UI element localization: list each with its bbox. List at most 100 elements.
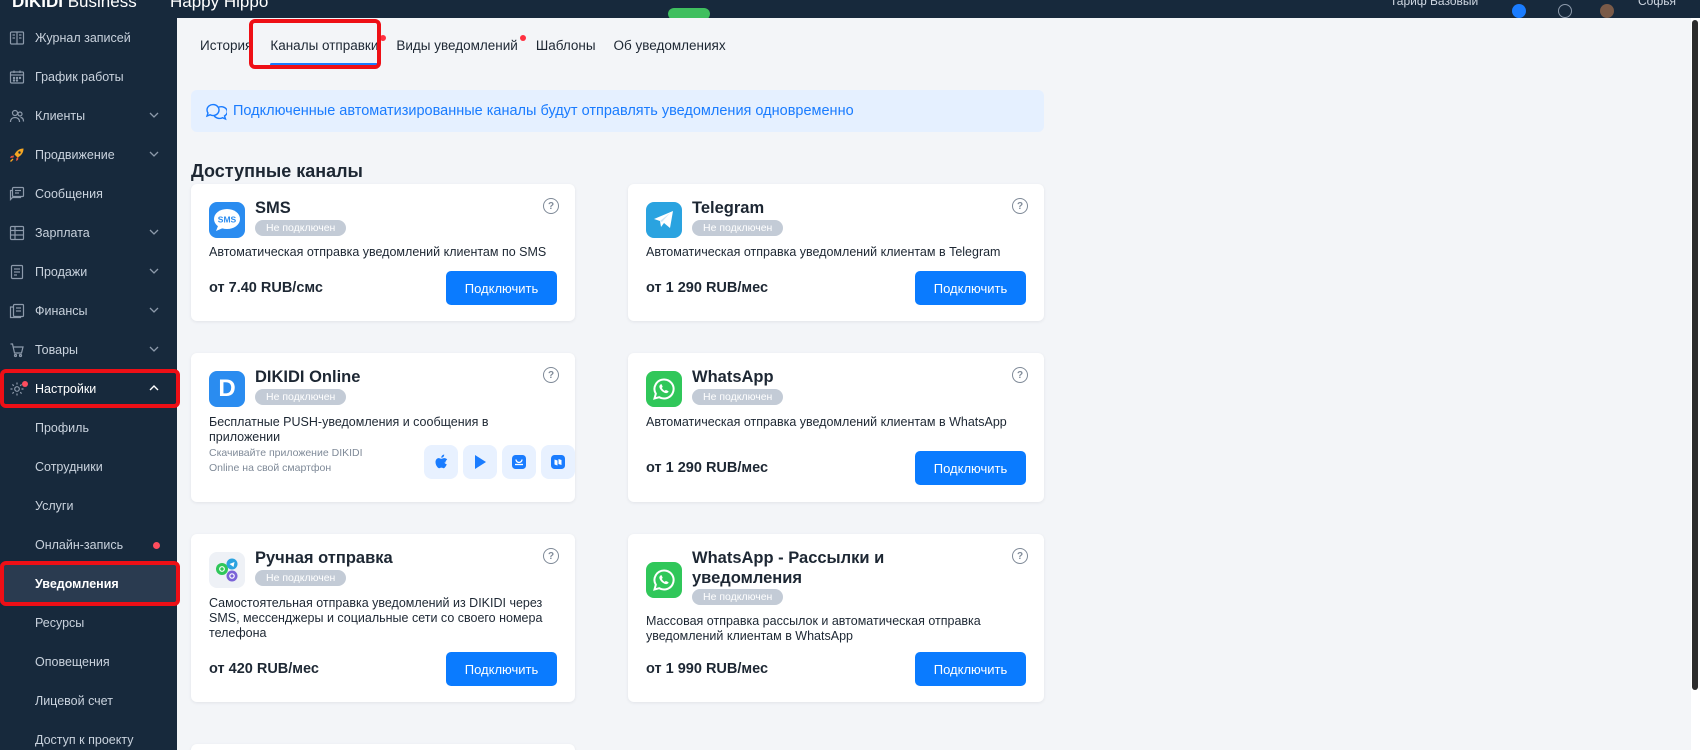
card-price: от 1 290 RUB/мес <box>646 460 769 476</box>
sidebar-subitem-label: Ресурсы <box>35 615 85 630</box>
connect-button[interactable]: Подключить <box>915 271 1026 305</box>
sms-icon: SMS <box>209 202 245 238</box>
sidebar-item-promotion[interactable]: Продвижение <box>0 135 177 174</box>
tariff-label[interactable]: Тариф Базовый <box>1390 0 1478 8</box>
finance-icon <box>9 303 25 319</box>
chevron-down-icon <box>149 151 159 157</box>
connect-button[interactable]: Подключить <box>915 652 1026 686</box>
card-description: Бесплатные PUSH-уведомления и сообщения … <box>209 415 489 444</box>
journal-icon <box>9 31 25 45</box>
sidebar-subitem-staff[interactable]: Сотрудники <box>0 447 177 486</box>
sidebar-item-schedule[interactable]: График работы <box>0 57 177 96</box>
notification-dot <box>153 542 160 549</box>
connect-button[interactable]: Подключить <box>446 271 557 305</box>
sidebar-item-goods[interactable]: Товары <box>0 330 177 369</box>
messages-icon <box>9 186 25 201</box>
sidebar-item-label: Зарплата <box>35 225 90 240</box>
sidebar-subitem-project-access[interactable]: Доступ к проекту <box>0 720 177 750</box>
play-icon <box>475 455 486 469</box>
notice-text: Подключенные автоматизированные каналы б… <box>233 103 854 119</box>
sidebar-subitem-label: Уведомления <box>35 576 119 591</box>
tab-notification-types[interactable]: Виды уведомлений <box>387 32 526 66</box>
scrollbar[interactable] <box>1691 18 1700 750</box>
tab-label: Шаблоны <box>535 38 596 53</box>
tab-templates[interactable]: Шаблоны <box>527 32 605 66</box>
sidebar: Журнал записей График работы Клиенты Про… <box>0 18 177 750</box>
help-icon[interactable]: ? <box>1012 548 1028 564</box>
sidebar-subitem-profile[interactable]: Профиль <box>0 408 177 447</box>
chevron-down-icon <box>149 268 159 274</box>
channel-card-sms: SMS SMS Не подключен ? Автоматическая от… <box>191 184 575 321</box>
user-name[interactable]: Софья <box>1638 0 1676 8</box>
connect-button[interactable]: Подключить <box>915 451 1026 485</box>
appgallery-icon <box>512 455 526 469</box>
card-price: от 1 290 RUB/мес <box>646 280 769 296</box>
app-store-button[interactable] <box>424 445 458 479</box>
card-description: Автоматическая отправка уведомлений клие… <box>646 245 1001 259</box>
messengers-icon <box>209 552 245 588</box>
sidebar-item-label: Финансы <box>35 303 88 318</box>
tab-label: Виды уведомлений <box>396 38 518 53</box>
chevron-down-icon <box>149 307 159 313</box>
tab-channels[interactable]: Каналы отправки <box>261 32 387 66</box>
rustore-button[interactable] <box>541 445 575 479</box>
whatsapp-icon <box>646 562 682 598</box>
sidebar-subitem-resources[interactable]: Ресурсы <box>0 603 177 642</box>
card-description: Самостоятельная отправка уведомлений из … <box>209 596 543 640</box>
sidebar-subitem-label: Лицевой счет <box>35 693 113 708</box>
chevron-down-icon <box>149 229 159 235</box>
sidebar-subitem-alerts[interactable]: Оповещения <box>0 642 177 681</box>
sidebar-item-clients[interactable]: Клиенты <box>0 96 177 135</box>
sidebar-item-label: Журнал записей <box>35 30 131 45</box>
sidebar-item-salary[interactable]: Зарплата <box>0 213 177 252</box>
sidebar-item-settings[interactable]: Настройки <box>0 369 177 408</box>
help-icon[interactable]: ? <box>543 198 559 214</box>
channel-card-next <box>191 744 575 750</box>
main-content: История Каналы отправки Виды уведомлений… <box>177 18 1700 750</box>
card-description: Автоматическая отправка уведомлений клие… <box>209 245 547 259</box>
channel-card-whatsapp-mass: WhatsApp - Рассылки и уведомления Не под… <box>628 534 1044 702</box>
help-icon[interactable]: ? <box>1012 367 1028 383</box>
tab-bar: История Каналы отправки Виды уведомлений… <box>191 32 735 66</box>
goods-icon <box>10 343 24 358</box>
telegram-icon <box>646 202 682 238</box>
card-price: от 420 RUB/мес <box>209 661 319 677</box>
rocket-icon <box>10 148 24 162</box>
brand-logo[interactable]: DIKIDI Business <box>12 0 137 12</box>
dikidi-logo-letter: D <box>218 375 236 402</box>
app-logo-icon <box>668 8 710 18</box>
help-icon[interactable]: ? <box>543 548 559 564</box>
sidebar-item-label: Продажи <box>35 264 88 279</box>
company-name[interactable]: Happy Hippo <box>170 0 268 12</box>
connect-button[interactable]: Подключить <box>446 652 557 686</box>
chevron-up-icon <box>149 385 159 391</box>
google-play-button[interactable] <box>463 445 497 479</box>
scrollbar-thumb[interactable] <box>1692 20 1698 690</box>
sidebar-subitem-label: Сотрудники <box>35 459 103 474</box>
sidebar-item-label: Клиенты <box>35 108 86 123</box>
bell-icon[interactable] <box>1558 4 1572 18</box>
tab-history[interactable]: История <box>191 32 261 66</box>
sidebar-subitem-notifications[interactable]: Уведомления <box>0 564 177 603</box>
sidebar-subitem-account[interactable]: Лицевой счет <box>0 681 177 720</box>
sales-icon <box>10 264 24 280</box>
status-badge: Не подключен <box>255 570 347 586</box>
sidebar-item-finance[interactable]: Финансы <box>0 291 177 330</box>
clients-icon <box>9 109 25 123</box>
avatar[interactable] <box>1600 4 1614 18</box>
card-title: DIKIDI Online <box>255 368 361 386</box>
tab-about[interactable]: Об уведомлениях <box>605 32 735 66</box>
help-icon[interactable]: ? <box>543 367 559 383</box>
card-title: WhatsApp <box>692 368 774 386</box>
appgallery-button[interactable] <box>502 445 536 479</box>
sidebar-subitem-services[interactable]: Услуги <box>0 486 177 525</box>
download-hint: Скачивайте приложение DIKIDI Online на с… <box>209 447 363 474</box>
help-circle-icon[interactable] <box>1512 4 1526 18</box>
sidebar-subitem-online-booking[interactable]: Онлайн-запись <box>0 525 177 564</box>
help-icon[interactable]: ? <box>1012 198 1028 214</box>
notification-dot <box>22 381 28 387</box>
sidebar-subitem-label: Доступ к проекту <box>35 732 134 747</box>
sidebar-item-journal[interactable]: Журнал записей <box>0 18 177 57</box>
sidebar-item-messages[interactable]: Сообщения <box>0 174 177 213</box>
sidebar-item-sales[interactable]: Продажи <box>0 252 177 291</box>
